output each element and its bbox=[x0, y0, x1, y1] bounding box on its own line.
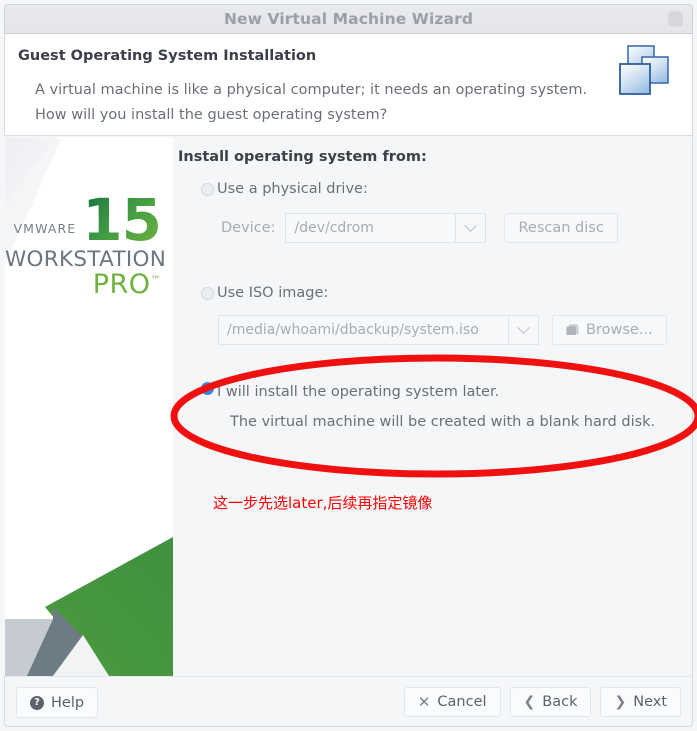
iso-combobox-value: /media/whoami/dbackup/system.iso bbox=[218, 315, 508, 345]
footer-actions: ✕ Cancel ❮ Back ❯ Next bbox=[403, 687, 681, 717]
device-combobox[interactable]: /dev/cdrom bbox=[285, 213, 487, 243]
sidebar-branding-panel: VMWARE 15 WORKSTATION PRO™ bbox=[5, 137, 173, 676]
stacked-windows-icon bbox=[619, 45, 669, 95]
edition-name: PRO™ bbox=[5, 269, 161, 300]
new-virtual-machine-wizard-window: New Virtual Machine Wizard Guest Operati… bbox=[0, 0, 697, 731]
device-row: Device: /dev/cdrom Rescan disc bbox=[221, 213, 618, 243]
browse-button[interactable]: Browse... bbox=[552, 315, 667, 345]
option-label-install-later: I will install the operating system late… bbox=[217, 384, 500, 400]
page-description: A virtual machine is like a physical com… bbox=[35, 82, 588, 123]
wizard-header: Guest Operating System Installation A vi… bbox=[4, 34, 693, 136]
chevron-down-icon[interactable] bbox=[455, 213, 487, 243]
option-label-physical-drive: Use a physical drive: bbox=[217, 181, 368, 197]
chevron-right-icon: ❯ bbox=[614, 694, 627, 710]
wizard-content: Install operating system from: Use a phy… bbox=[173, 137, 693, 676]
option-iso-image[interactable]: Use ISO image: bbox=[201, 285, 328, 301]
next-button[interactable]: ❯ Next bbox=[600, 687, 681, 717]
radio-physical-drive[interactable] bbox=[201, 182, 214, 196]
next-label: Next bbox=[633, 694, 667, 710]
version-number: 15 bbox=[82, 186, 162, 254]
vmware-wordmark: VMWARE bbox=[13, 220, 77, 236]
chevron-left-icon: ❮ bbox=[523, 694, 536, 710]
window-title: New Virtual Machine Wizard bbox=[223, 10, 474, 28]
rescan-disc-button[interactable]: Rescan disc bbox=[504, 213, 618, 243]
cancel-label: Cancel bbox=[437, 694, 487, 710]
back-button[interactable]: ❮ Back bbox=[509, 687, 592, 717]
iso-path-row: /media/whoami/dbackup/system.iso Browse.… bbox=[218, 315, 667, 345]
help-label: Help bbox=[51, 694, 85, 711]
trademark-symbol: ™ bbox=[150, 274, 161, 286]
rescan-disc-label: Rescan disc bbox=[518, 220, 604, 236]
question-mark-icon: ? bbox=[30, 695, 44, 710]
back-label: Back bbox=[542, 694, 578, 710]
close-icon[interactable] bbox=[668, 11, 683, 27]
option-physical-drive[interactable]: Use a physical drive: bbox=[201, 181, 368, 197]
chevron-down-icon[interactable] bbox=[508, 315, 539, 345]
vmware-logo: VMWARE 15 WORKSTATION PRO™ bbox=[5, 186, 173, 300]
annotation-note-text: 这一步先选later,后续再指定镜像 bbox=[213, 494, 433, 512]
option-label-iso-image: Use ISO image: bbox=[217, 285, 329, 301]
page-title: Guest Operating System Installation bbox=[18, 48, 317, 64]
section-label: Install operating system from: bbox=[178, 149, 427, 165]
edition-label: PRO bbox=[92, 268, 151, 300]
title-bar: New Virtual Machine Wizard bbox=[4, 4, 693, 34]
browse-label: Browse... bbox=[586, 322, 653, 338]
folder-stack-icon bbox=[566, 324, 579, 335]
radio-install-later[interactable] bbox=[201, 382, 214, 395]
radio-iso-image[interactable] bbox=[201, 286, 214, 300]
cancel-button[interactable]: ✕ Cancel bbox=[403, 687, 501, 717]
iso-combobox[interactable]: /media/whoami/dbackup/system.iso bbox=[218, 315, 539, 345]
option-sublabel-install-later: The virtual machine will be created with… bbox=[230, 414, 656, 430]
device-label: Device: bbox=[221, 220, 276, 236]
option-install-later[interactable]: I will install the operating system late… bbox=[201, 382, 655, 432]
help-button[interactable]: ? Help bbox=[16, 687, 99, 718]
device-combobox-value: /dev/cdrom bbox=[285, 213, 456, 243]
wizard-footer: ? Help ✕ Cancel ❮ Back ❯ Next bbox=[4, 676, 693, 727]
x-icon: ✕ bbox=[417, 692, 431, 711]
